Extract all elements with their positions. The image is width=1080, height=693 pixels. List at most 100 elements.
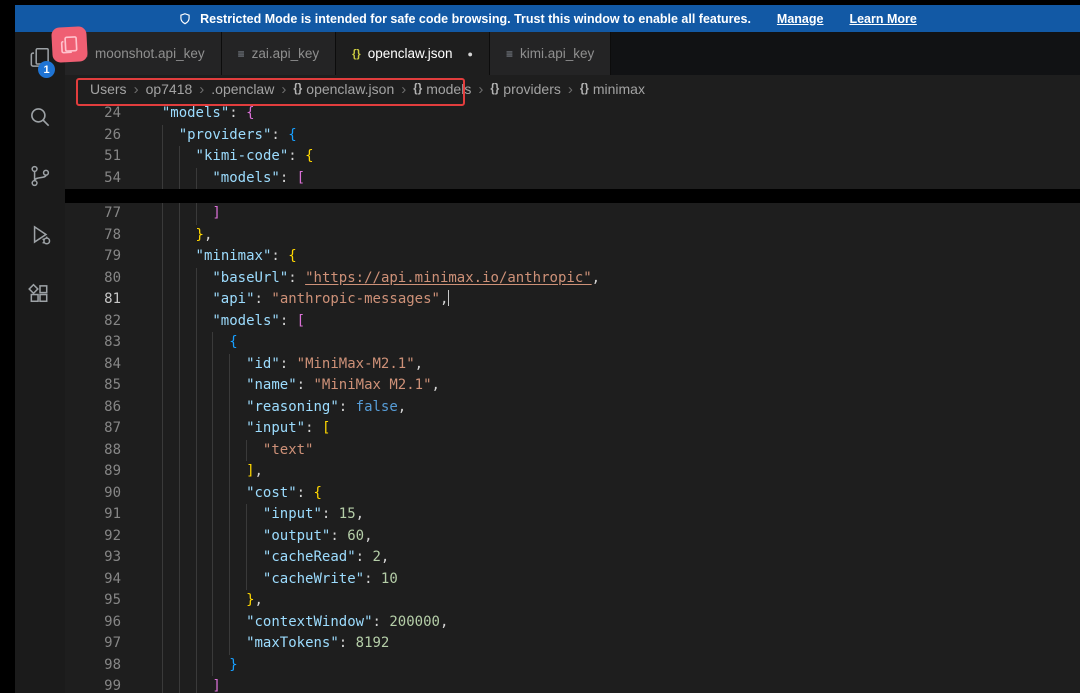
token: : (279, 312, 297, 329)
indent-guide (229, 396, 246, 418)
token: , (414, 355, 424, 372)
line-number: 92 (104, 527, 121, 544)
line-number: 90 (104, 484, 121, 501)
token: , (254, 463, 263, 479)
breadcrumb-item-providers[interactable]: {} providers (490, 81, 561, 97)
indent-guide (161, 124, 179, 146)
indent-guide (145, 246, 162, 268)
line-content: "models": [ (145, 167, 305, 189)
line-number: 96 (104, 613, 121, 630)
code-line-89[interactable]: 89], (65, 461, 1080, 483)
code-line-87[interactable]: 87 "input": [ (65, 418, 1080, 440)
code-line-95[interactable]: 95}, (65, 590, 1080, 612)
editor[interactable]: 24 "models": {26 "providers": {51 "kimi-cod… (65, 103, 1080, 693)
code-line-94[interactable]: 94 "cacheWrite": 10 (65, 568, 1080, 590)
indent-guide (145, 332, 162, 354)
code-line-84[interactable]: 84 "id": "MiniMax-M2.1", (65, 353, 1080, 375)
extensions-icon[interactable] (26, 280, 54, 308)
breadcrumb-item-minimax[interactable]: {} minimax (580, 81, 645, 97)
token: "reasoning" (246, 398, 339, 415)
token: , (439, 613, 449, 630)
code-line-54[interactable]: 54 "models": [ (65, 167, 1080, 189)
breadcrumb-item-.openclaw[interactable]: .openclaw (211, 81, 274, 97)
token: "api" (212, 291, 255, 307)
line-number: 93 (104, 549, 121, 565)
breadcrumb-item-models[interactable]: {} models (413, 81, 471, 97)
search-icon[interactable] (26, 103, 54, 131)
code-line-85[interactable]: 85 "name": "MiniMax M2.1", (65, 375, 1080, 397)
indent-guide (178, 654, 196, 676)
indent-guide (178, 146, 196, 168)
indent-guide (195, 167, 213, 189)
breadcrumb-item-op7418[interactable]: op7418 (146, 81, 193, 97)
line-number: 99 (104, 678, 121, 693)
token: [ (296, 312, 306, 329)
code-line-99[interactable]: 99] (65, 676, 1080, 693)
code-line-91[interactable]: 91 "input": 15, (65, 504, 1080, 526)
code-line-97[interactable]: 97 "maxTokens": 8192 (65, 633, 1080, 655)
code-line-93[interactable]: 93 "cacheRead": 2, (65, 547, 1080, 569)
code-line-92[interactable]: 92 "output": 60, (65, 525, 1080, 547)
code-line-78[interactable]: 78}, (65, 224, 1080, 246)
code-line-82[interactable]: 82 "models": [ (65, 310, 1080, 332)
line-number: 89 (104, 463, 121, 479)
code-line-98[interactable]: 98} (65, 654, 1080, 677)
tab-openclaw.json[interactable]: {} openclaw.json ● (336, 32, 490, 75)
editor-group: ≡moonshot.api_key≡zai.api_key{}openclaw.… (65, 32, 1080, 693)
code-area[interactable]: 77] 78}, 79 "minimax": {80 "baseUrl": "https… (65, 203, 1080, 693)
sticky-scroll: 24 "models": {26 "providers": {51 "kimi-cod… (65, 103, 1080, 189)
indent-guide (178, 418, 196, 440)
code-line-88[interactable]: 88 "text" (65, 439, 1080, 461)
breadcrumb-label: models (426, 81, 472, 97)
indent-guide (195, 418, 213, 440)
indent-guide (161, 568, 179, 590)
line-content: "api": "anthropic-messages", (145, 289, 450, 311)
indent-guide (195, 461, 213, 483)
text-cursor (448, 290, 450, 306)
indent-guide (145, 125, 162, 147)
modified-dot-icon[interactable]: ● (468, 49, 473, 59)
indent-guide (178, 676, 196, 693)
tab-moonshot.api_key[interactable]: ≡moonshot.api_key (65, 32, 222, 75)
token: : (305, 420, 322, 436)
token: { (246, 105, 255, 121)
code-line-24[interactable]: 24 "models": { (65, 103, 1080, 125)
code-line-77[interactable]: 77] (65, 203, 1080, 225)
tab-kimi.api_key[interactable]: ≡ kimi.api_key (489, 32, 612, 75)
indent-guide (229, 482, 246, 504)
token: : (296, 484, 314, 501)
token: { (229, 334, 238, 350)
code-line-79[interactable]: 79 "minimax": { (65, 246, 1080, 268)
breadcrumb-item-openclaw.json[interactable]: {} openclaw.json (293, 81, 394, 97)
indent-guide (161, 246, 179, 268)
code-line-96[interactable]: 96 "contextWindow": 200000, (65, 611, 1080, 633)
line-number: 98 (104, 656, 121, 673)
learn-more-link[interactable]: Learn More (849, 12, 916, 26)
code-line-83[interactable]: 83 { (65, 332, 1080, 354)
token: "models" (212, 312, 280, 329)
indent-guide (195, 547, 213, 569)
token: "cost" (246, 484, 297, 501)
run-debug-icon[interactable] (26, 221, 54, 249)
manage-link[interactable]: Manage (777, 12, 824, 26)
indent-guide (195, 439, 213, 461)
code-line-80[interactable]: 80 "baseUrl": "https://api.minimax.io/ant… (65, 267, 1080, 289)
indent-guide (195, 525, 213, 547)
source-control-icon[interactable] (26, 162, 54, 190)
breadcrumb-item-Users[interactable]: Users (90, 81, 127, 97)
token: "id" (246, 355, 280, 372)
workbench: ≡moonshot.api_key≡zai.api_key{}openclaw.… (15, 32, 1080, 693)
code-line-26[interactable]: 26 "providers": { (65, 124, 1080, 147)
code-line-90[interactable]: 90 "cost": { (65, 482, 1080, 504)
indent-guide (161, 547, 179, 569)
code-line-51[interactable]: 51 "kimi-code": { (65, 146, 1080, 168)
token: 8192 (355, 635, 390, 651)
line-content: "cacheRead": 2, (145, 547, 389, 569)
indent-guide (246, 439, 263, 461)
indent-guide (145, 655, 162, 677)
tab-zai.api_key[interactable]: ≡ zai.api_key (221, 32, 337, 75)
code-line-86[interactable]: 86 "reasoning": false, (65, 396, 1080, 418)
indent-guide (178, 439, 196, 461)
indent-guide (178, 590, 196, 612)
code-line-81[interactable]: 81 "api": "anthropic-messages", (65, 289, 1080, 311)
